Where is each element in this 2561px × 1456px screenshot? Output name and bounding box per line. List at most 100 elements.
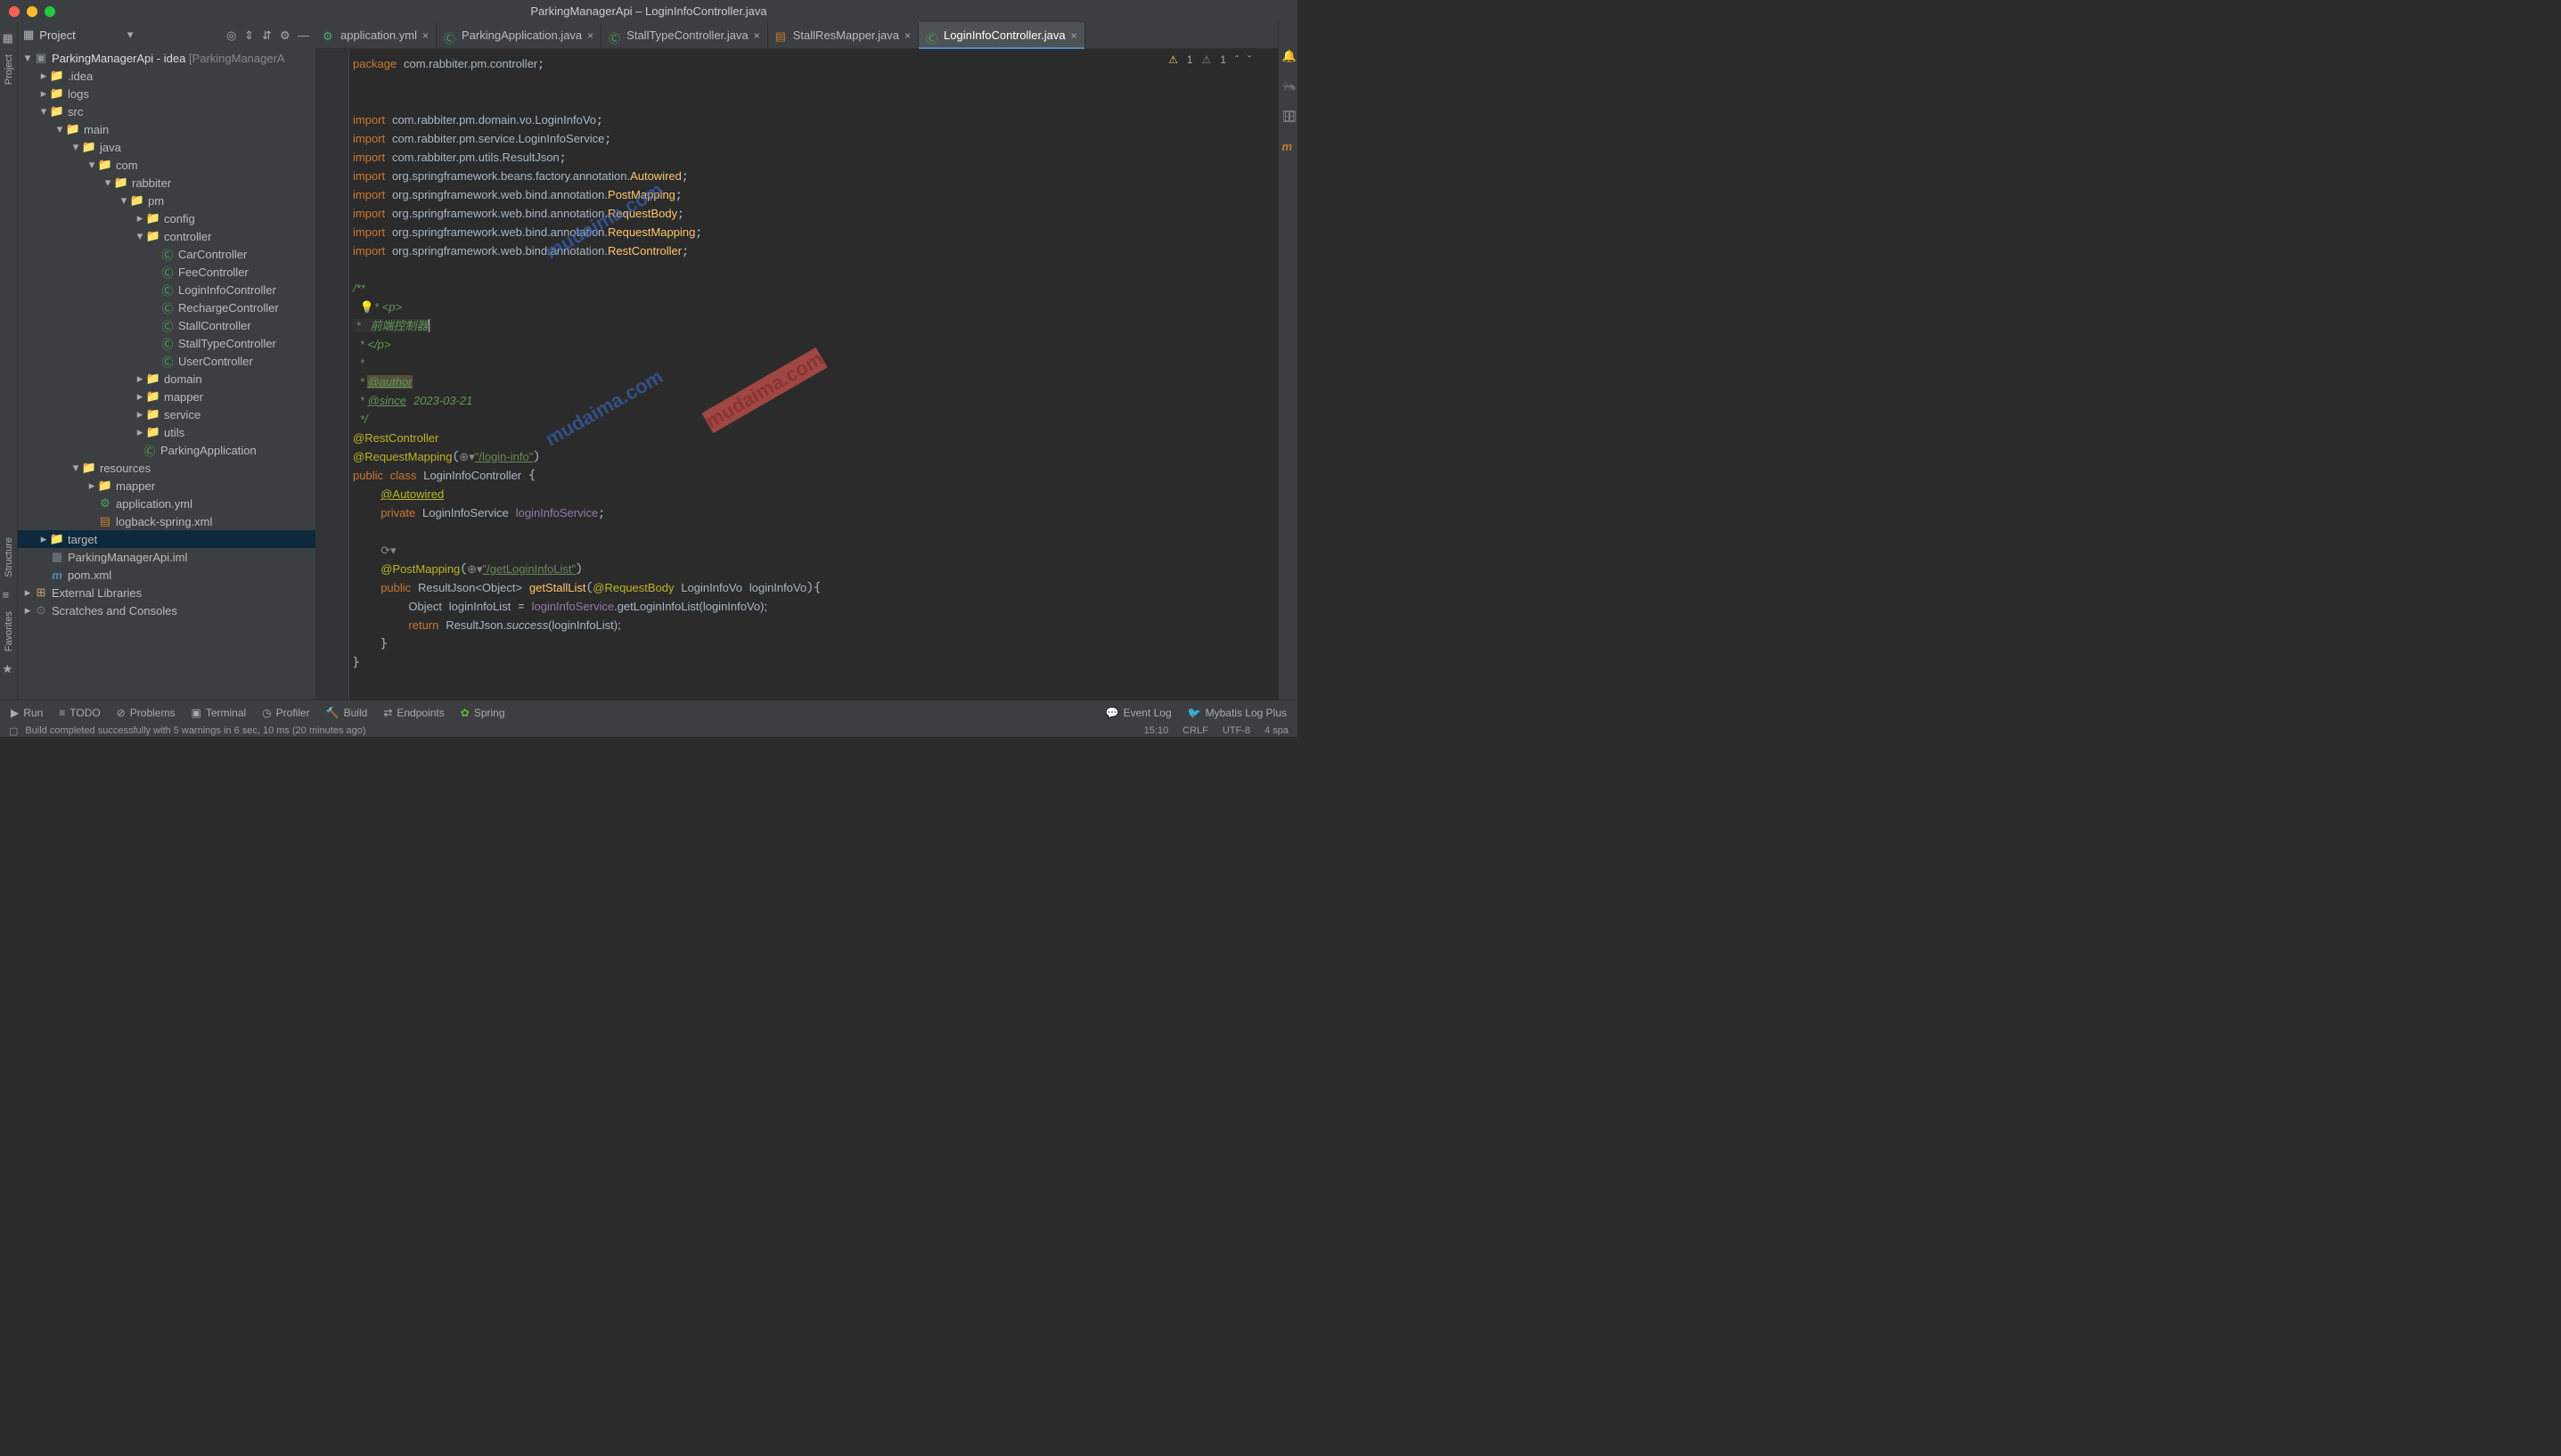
gutter-fold[interactable] bbox=[342, 49, 349, 710]
close-window-icon[interactable] bbox=[9, 6, 20, 17]
tree-extlib[interactable]: ▸⊞External Libraries bbox=[18, 584, 315, 601]
database-icon[interactable]: 🗄 bbox=[1282, 110, 1295, 122]
tree-file-logininfo[interactable]: ⒸLoginInfoController bbox=[18, 281, 315, 299]
tree-java[interactable]: ▾📁java bbox=[18, 138, 315, 156]
chevron-down-icon[interactable]: ▾ bbox=[127, 28, 134, 42]
tree-controller[interactable]: ▾📁controller bbox=[18, 227, 315, 245]
tree-iml[interactable]: ▦ParkingManagerApi.iml bbox=[18, 548, 315, 566]
editor-tabs: ⚙application.yml× ⒸParkingApplication.ja… bbox=[315, 22, 1278, 49]
status-icon[interactable]: ▢ bbox=[9, 725, 18, 737]
project-tool-icon[interactable]: ▦ bbox=[3, 31, 15, 44]
java-icon: Ⓒ bbox=[444, 29, 456, 42]
structure-tool-label[interactable]: Structure bbox=[4, 537, 14, 577]
tree-mapper2[interactable]: ▸📁mapper bbox=[18, 477, 315, 495]
tab-stalltype[interactable]: ⒸStallTypeController.java× bbox=[601, 22, 768, 48]
tree-scratch[interactable]: ▸⊙Scratches and Consoles bbox=[18, 601, 315, 619]
profiler-tool[interactable]: ◷Profiler bbox=[262, 707, 310, 719]
titlebar: ParkingManagerApi – LoginInfoController.… bbox=[0, 0, 1297, 22]
gear-icon[interactable]: ⚙ bbox=[280, 29, 292, 41]
project-panel: ▦ Project ▾ ◎ ⇕ ⇵ ⚙ — ▾▣ParkingManagerAp… bbox=[18, 22, 315, 710]
caret-position[interactable]: 15:10 bbox=[1144, 725, 1169, 736]
indent-info[interactable]: 4 spa bbox=[1264, 725, 1289, 736]
profiler-icon: ◷ bbox=[262, 707, 271, 719]
target-icon[interactable]: ◎ bbox=[226, 29, 239, 41]
expand-icon[interactable]: ⇕ bbox=[244, 29, 257, 41]
tree-appyml[interactable]: ⚙application.yml bbox=[18, 495, 315, 512]
tree-utils[interactable]: ▸📁utils bbox=[18, 423, 315, 441]
java-icon: Ⓒ bbox=[609, 29, 621, 42]
terminal-icon: ▣ bbox=[191, 707, 200, 719]
gutter[interactable] bbox=[315, 49, 342, 710]
tree-resources[interactable]: ▾📁resources bbox=[18, 459, 315, 477]
tree-logs[interactable]: ▸📁logs bbox=[18, 85, 315, 102]
project-panel-header: ▦ Project ▾ ◎ ⇕ ⇵ ⚙ — bbox=[18, 22, 315, 47]
terminal-tool[interactable]: ▣Terminal bbox=[191, 707, 246, 719]
todo-icon: ≡ bbox=[59, 707, 65, 719]
project-view-icon[interactable]: ▦ bbox=[23, 28, 34, 42]
tab-parkingapp[interactable]: ⒸParkingApplication.java× bbox=[437, 22, 601, 48]
java-icon: Ⓒ bbox=[926, 29, 938, 42]
build-icon: 🔨 bbox=[326, 707, 340, 719]
window-title: ParkingManagerApi – LoginInfoController.… bbox=[530, 4, 766, 18]
star-icon[interactable]: ★ bbox=[3, 662, 15, 675]
todo-tool[interactable]: ≡TODO bbox=[59, 707, 100, 719]
tree-config[interactable]: ▸📁config bbox=[18, 209, 315, 227]
tree-mapper[interactable]: ▸📁mapper bbox=[18, 388, 315, 405]
run-icon: ▶ bbox=[11, 707, 19, 719]
tree-parkingapp[interactable]: ⒸParkingApplication bbox=[18, 441, 315, 459]
minimize-window-icon[interactable] bbox=[27, 6, 37, 17]
tree-file-recharge[interactable]: ⒸRechargeController bbox=[18, 299, 315, 316]
problems-tool[interactable]: ⊘Problems bbox=[117, 707, 176, 719]
tree-com[interactable]: ▾📁com bbox=[18, 156, 315, 174]
mybatis-tool[interactable]: 🐦Mybatis Log Plus bbox=[1188, 707, 1287, 719]
close-icon[interactable]: × bbox=[422, 29, 429, 42]
close-icon[interactable]: × bbox=[754, 29, 760, 42]
tab-logininfo[interactable]: ⒸLoginInfoController.java× bbox=[919, 22, 1085, 48]
project-panel-title[interactable]: Project bbox=[39, 29, 122, 42]
minimize-panel-icon[interactable]: — bbox=[298, 29, 310, 41]
maximize-window-icon[interactable] bbox=[45, 6, 55, 17]
project-tree[interactable]: ▾▣ParkingManagerApi - idea [ParkingManag… bbox=[18, 47, 315, 701]
close-icon[interactable]: × bbox=[1071, 29, 1077, 42]
tree-file-stalltype[interactable]: ⒸStallTypeController bbox=[18, 334, 315, 352]
close-icon[interactable]: × bbox=[587, 29, 593, 42]
tree-pom[interactable]: mpom.xml bbox=[18, 566, 315, 584]
tree-domain[interactable]: ▸📁domain bbox=[18, 370, 315, 388]
file-encoding[interactable]: UTF-8 bbox=[1223, 725, 1250, 736]
favorites-tool-label[interactable]: Favorites bbox=[4, 611, 14, 651]
project-tool-label[interactable]: Project bbox=[4, 54, 14, 85]
endpoints-tool[interactable]: ⇄Endpoints bbox=[383, 707, 444, 719]
tree-service[interactable]: ▸📁service bbox=[18, 405, 315, 423]
tree-main[interactable]: ▾📁main bbox=[18, 120, 315, 138]
code-editor[interactable]: package com.rabbiter.pm.controller; impo… bbox=[315, 49, 1278, 710]
code-content[interactable]: package com.rabbiter.pm.controller; impo… bbox=[349, 49, 1278, 710]
mapper-icon: ▤ bbox=[775, 29, 788, 42]
collapse-icon[interactable]: ⇵ bbox=[262, 29, 274, 41]
structure-icon[interactable]: ≡ bbox=[3, 588, 15, 601]
tree-pm[interactable]: ▾📁pm bbox=[18, 192, 315, 209]
tree-logback[interactable]: ▤logback-spring.xml bbox=[18, 512, 315, 530]
window-controls bbox=[9, 6, 55, 17]
tree-file-fee[interactable]: ⒸFeeController bbox=[18, 263, 315, 281]
tree-src[interactable]: ▾📁src bbox=[18, 102, 315, 120]
tree-rabbiter[interactable]: ▾📁rabbiter bbox=[18, 174, 315, 192]
tree-idea[interactable]: ▸📁.idea bbox=[18, 67, 315, 85]
tree-file-car[interactable]: ⒸCarController bbox=[18, 245, 315, 263]
tree-target[interactable]: ▸📁target bbox=[18, 530, 315, 548]
notification-icon[interactable]: 🔔 bbox=[1282, 49, 1295, 61]
tab-stallres[interactable]: ▤StallResMapper.java× bbox=[768, 22, 919, 48]
build-tool[interactable]: 🔨Build bbox=[326, 707, 368, 719]
eventlog-tool[interactable]: 💬Event Log bbox=[1106, 707, 1172, 719]
editor-area: ⚙application.yml× ⒸParkingApplication.ja… bbox=[315, 22, 1278, 710]
tree-root[interactable]: ▾▣ParkingManagerApi - idea [ParkingManag… bbox=[18, 49, 315, 67]
tab-appyml[interactable]: ⚙application.yml× bbox=[315, 22, 437, 48]
ant-icon[interactable]: 🐜 bbox=[1282, 79, 1295, 92]
tree-file-user[interactable]: ⒸUserController bbox=[18, 352, 315, 370]
line-separator[interactable]: CRLF bbox=[1182, 725, 1208, 736]
run-tool[interactable]: ▶Run bbox=[11, 707, 43, 719]
spring-tool[interactable]: ✿Spring bbox=[461, 707, 505, 719]
problems-icon: ⊘ bbox=[117, 707, 126, 719]
maven-icon[interactable]: m bbox=[1282, 140, 1295, 152]
close-icon[interactable]: × bbox=[904, 29, 911, 42]
tree-file-stall[interactable]: ⒸStallController bbox=[18, 316, 315, 334]
